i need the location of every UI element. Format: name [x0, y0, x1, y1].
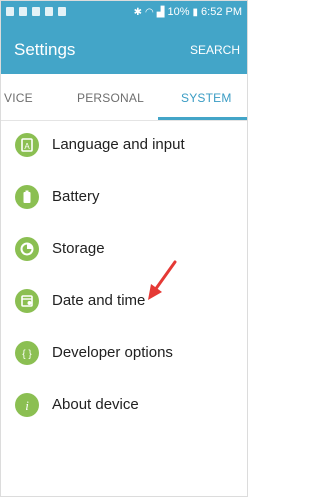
annotation-arrow-icon [148, 260, 177, 300]
